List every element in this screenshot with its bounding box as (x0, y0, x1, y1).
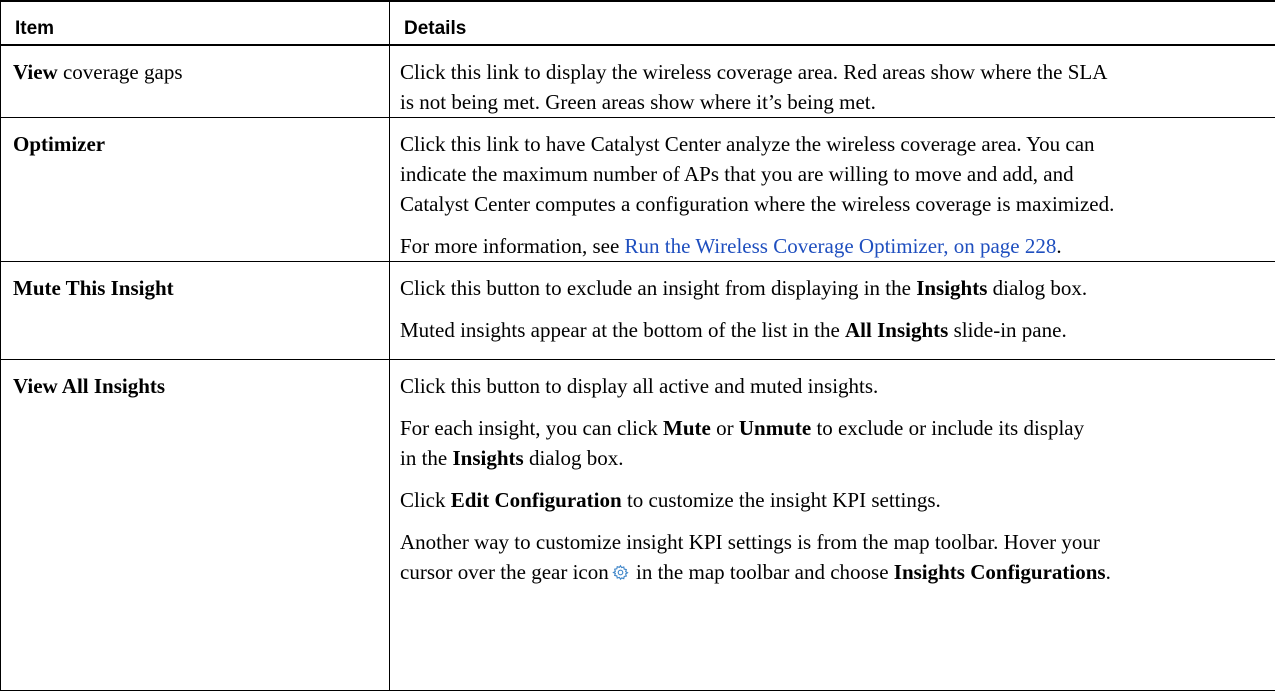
row-item-mute-this-insight: Mute This Insight (0, 261, 390, 360)
item-label: coverage gaps (57, 60, 183, 84)
header-details: Details (389, 0, 1275, 46)
details-bold: Unmute (738, 416, 812, 440)
details-bold: Insights Configurations (893, 560, 1106, 584)
table-header-row: Item Details (0, 0, 1275, 46)
table-row: Mute This Insight Click this button to e… (0, 261, 1275, 360)
details-text: Click this link to display the wireless … (400, 60, 1108, 84)
details-paragraph: For more information, see Run the Wirele… (400, 231, 1263, 261)
details-text: Click this button to exclude an insight … (400, 276, 917, 300)
gear-icon (612, 564, 629, 581)
details-bold: Edit Configuration (450, 488, 622, 512)
row-details-mute-this-insight: Click this button to exclude an insight … (389, 261, 1275, 360)
details-paragraph: Click Edit Configuration to customize th… (400, 485, 1263, 515)
table-row: View All Insights Click this button to d… (0, 359, 1275, 691)
details-paragraph: For each insight, you can click Mute or … (400, 413, 1263, 473)
details-text: Click (400, 488, 451, 512)
details-text: to customize the insight KPI settings. (621, 488, 941, 512)
details-text: or (710, 416, 739, 440)
row-details-view-all-insights: Click this button to display all active … (389, 359, 1275, 691)
details-paragraph: Click this link to have Catalyst Center … (400, 129, 1263, 219)
details-bold: Mute (663, 416, 711, 440)
details-text: dialog box. (523, 446, 624, 470)
item-bold-label: View All Insights (13, 374, 166, 398)
details-text: . (1105, 560, 1111, 584)
details-text: For more information, see (400, 234, 625, 258)
details-text: dialog box. (987, 276, 1088, 300)
item-bold-label: Mute This Insight (13, 276, 174, 300)
item-bold-label: Optimizer (13, 132, 106, 156)
row-item-optimizer: Optimizer (0, 117, 390, 262)
details-text: in the map toolbar and choose (630, 560, 894, 584)
details-text: Click this link to have Catalyst Center … (400, 132, 1095, 156)
row-details-optimizer: Click this link to have Catalyst Center … (389, 117, 1275, 262)
details-bold: All Insights (845, 318, 949, 342)
details-text: indicate the maximum number of APs that … (400, 162, 1074, 186)
details-text: slide-in pane. (948, 318, 1067, 342)
details-paragraph: Muted insights appear at the bottom of t… (400, 315, 1263, 345)
details-bold: Insights (452, 446, 524, 470)
details-text: Catalyst Center computes a configuration… (400, 192, 1115, 216)
row-item-view-all-insights: View All Insights (0, 359, 390, 691)
row-details-view-coverage-gaps: Click this link to display the wireless … (389, 44, 1275, 118)
details-text: Another way to customize insight KPI set… (400, 530, 1100, 554)
details-text: is not being met. Green areas show where… (400, 90, 876, 114)
row-item-view-coverage-gaps: View coverage gaps (0, 44, 390, 118)
details-text: cursor over the gear icon (400, 560, 609, 584)
details-text: Click this button to display all active … (400, 374, 879, 398)
table-row: Optimizer Click this link to have Cataly… (0, 117, 1275, 262)
insights-table: Item Details View coverage gaps Click th… (0, 0, 1275, 691)
details-paragraph: Click this button to exclude an insight … (400, 273, 1263, 303)
header-item: Item (0, 0, 390, 46)
table-row: View coverage gaps Click this link to di… (0, 44, 1275, 118)
optimizer-page-link[interactable]: Run the Wireless Coverage Optimizer, on … (625, 234, 1057, 258)
details-text: Muted insights appear at the bottom of t… (400, 318, 846, 342)
details-text: For each insight, you can click (400, 416, 664, 440)
item-bold-label: View (13, 60, 58, 84)
details-bold: Insights (916, 276, 988, 300)
details-text: in the (400, 446, 453, 470)
details-text: to exclude or include its display (811, 416, 1085, 440)
details-paragraph: Click this link to display the wireless … (400, 57, 1263, 117)
details-text: . (1056, 234, 1062, 258)
details-paragraph: Another way to customize insight KPI set… (400, 527, 1263, 587)
details-paragraph: Click this button to display all active … (400, 371, 1263, 401)
